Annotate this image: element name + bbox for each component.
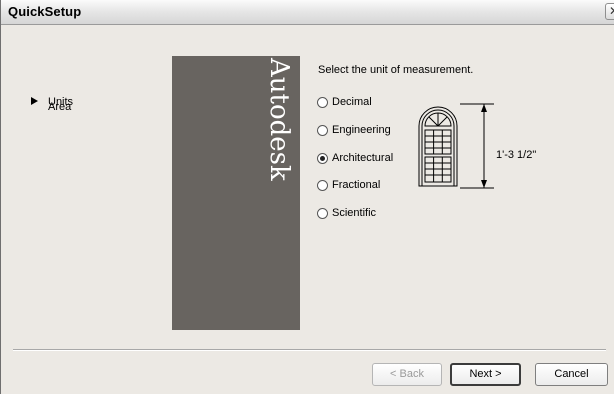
autodesk-logo: Autodesk	[264, 58, 294, 181]
radio-decimal[interactable]: Decimal	[317, 94, 372, 110]
cancel-button[interactable]: Cancel	[535, 363, 608, 386]
radio-button[interactable]	[317, 179, 328, 191]
window-preview-icon	[418, 103, 494, 189]
radio-label: Engineering	[332, 124, 391, 136]
radio-button[interactable]	[317, 96, 328, 108]
instruction-text: Select the unit of measurement.	[318, 64, 474, 76]
radio-button[interactable]	[317, 207, 328, 219]
close-button[interactable]: ✕	[605, 3, 614, 20]
nav-item-area[interactable]: Area	[48, 101, 71, 113]
close-icon: ✕	[609, 4, 614, 18]
radio-label: Scientific	[332, 207, 377, 219]
back-button[interactable]: < Back	[372, 363, 442, 386]
radio-label: Decimal	[332, 96, 372, 108]
footer-divider	[13, 349, 606, 351]
triangle-right-icon	[31, 97, 38, 105]
radio-label: Architectural	[332, 152, 394, 164]
radio-dot	[320, 155, 325, 161]
window-title: QuickSetup	[8, 4, 82, 19]
radio-label: Fractional	[332, 179, 381, 191]
radio-fractional[interactable]: Fractional	[317, 177, 380, 193]
radio-engineering[interactable]: Engineering	[317, 122, 391, 138]
quicksetup-dialog: QuickSetup ✕ Units Area Autodesk Select …	[0, 0, 614, 394]
radio-button-selected[interactable]	[317, 152, 328, 164]
measurement-label: 1'-3 1/2"	[496, 149, 537, 161]
title-bar: QuickSetup ✕	[1, 0, 614, 25]
radio-scientific[interactable]: Scientific	[317, 205, 376, 221]
radio-button[interactable]	[317, 124, 328, 136]
radio-architectural[interactable]: Architectural	[317, 150, 393, 166]
autodesk-banner: Autodesk	[172, 56, 300, 330]
next-button[interactable]: Next >	[450, 363, 521, 386]
